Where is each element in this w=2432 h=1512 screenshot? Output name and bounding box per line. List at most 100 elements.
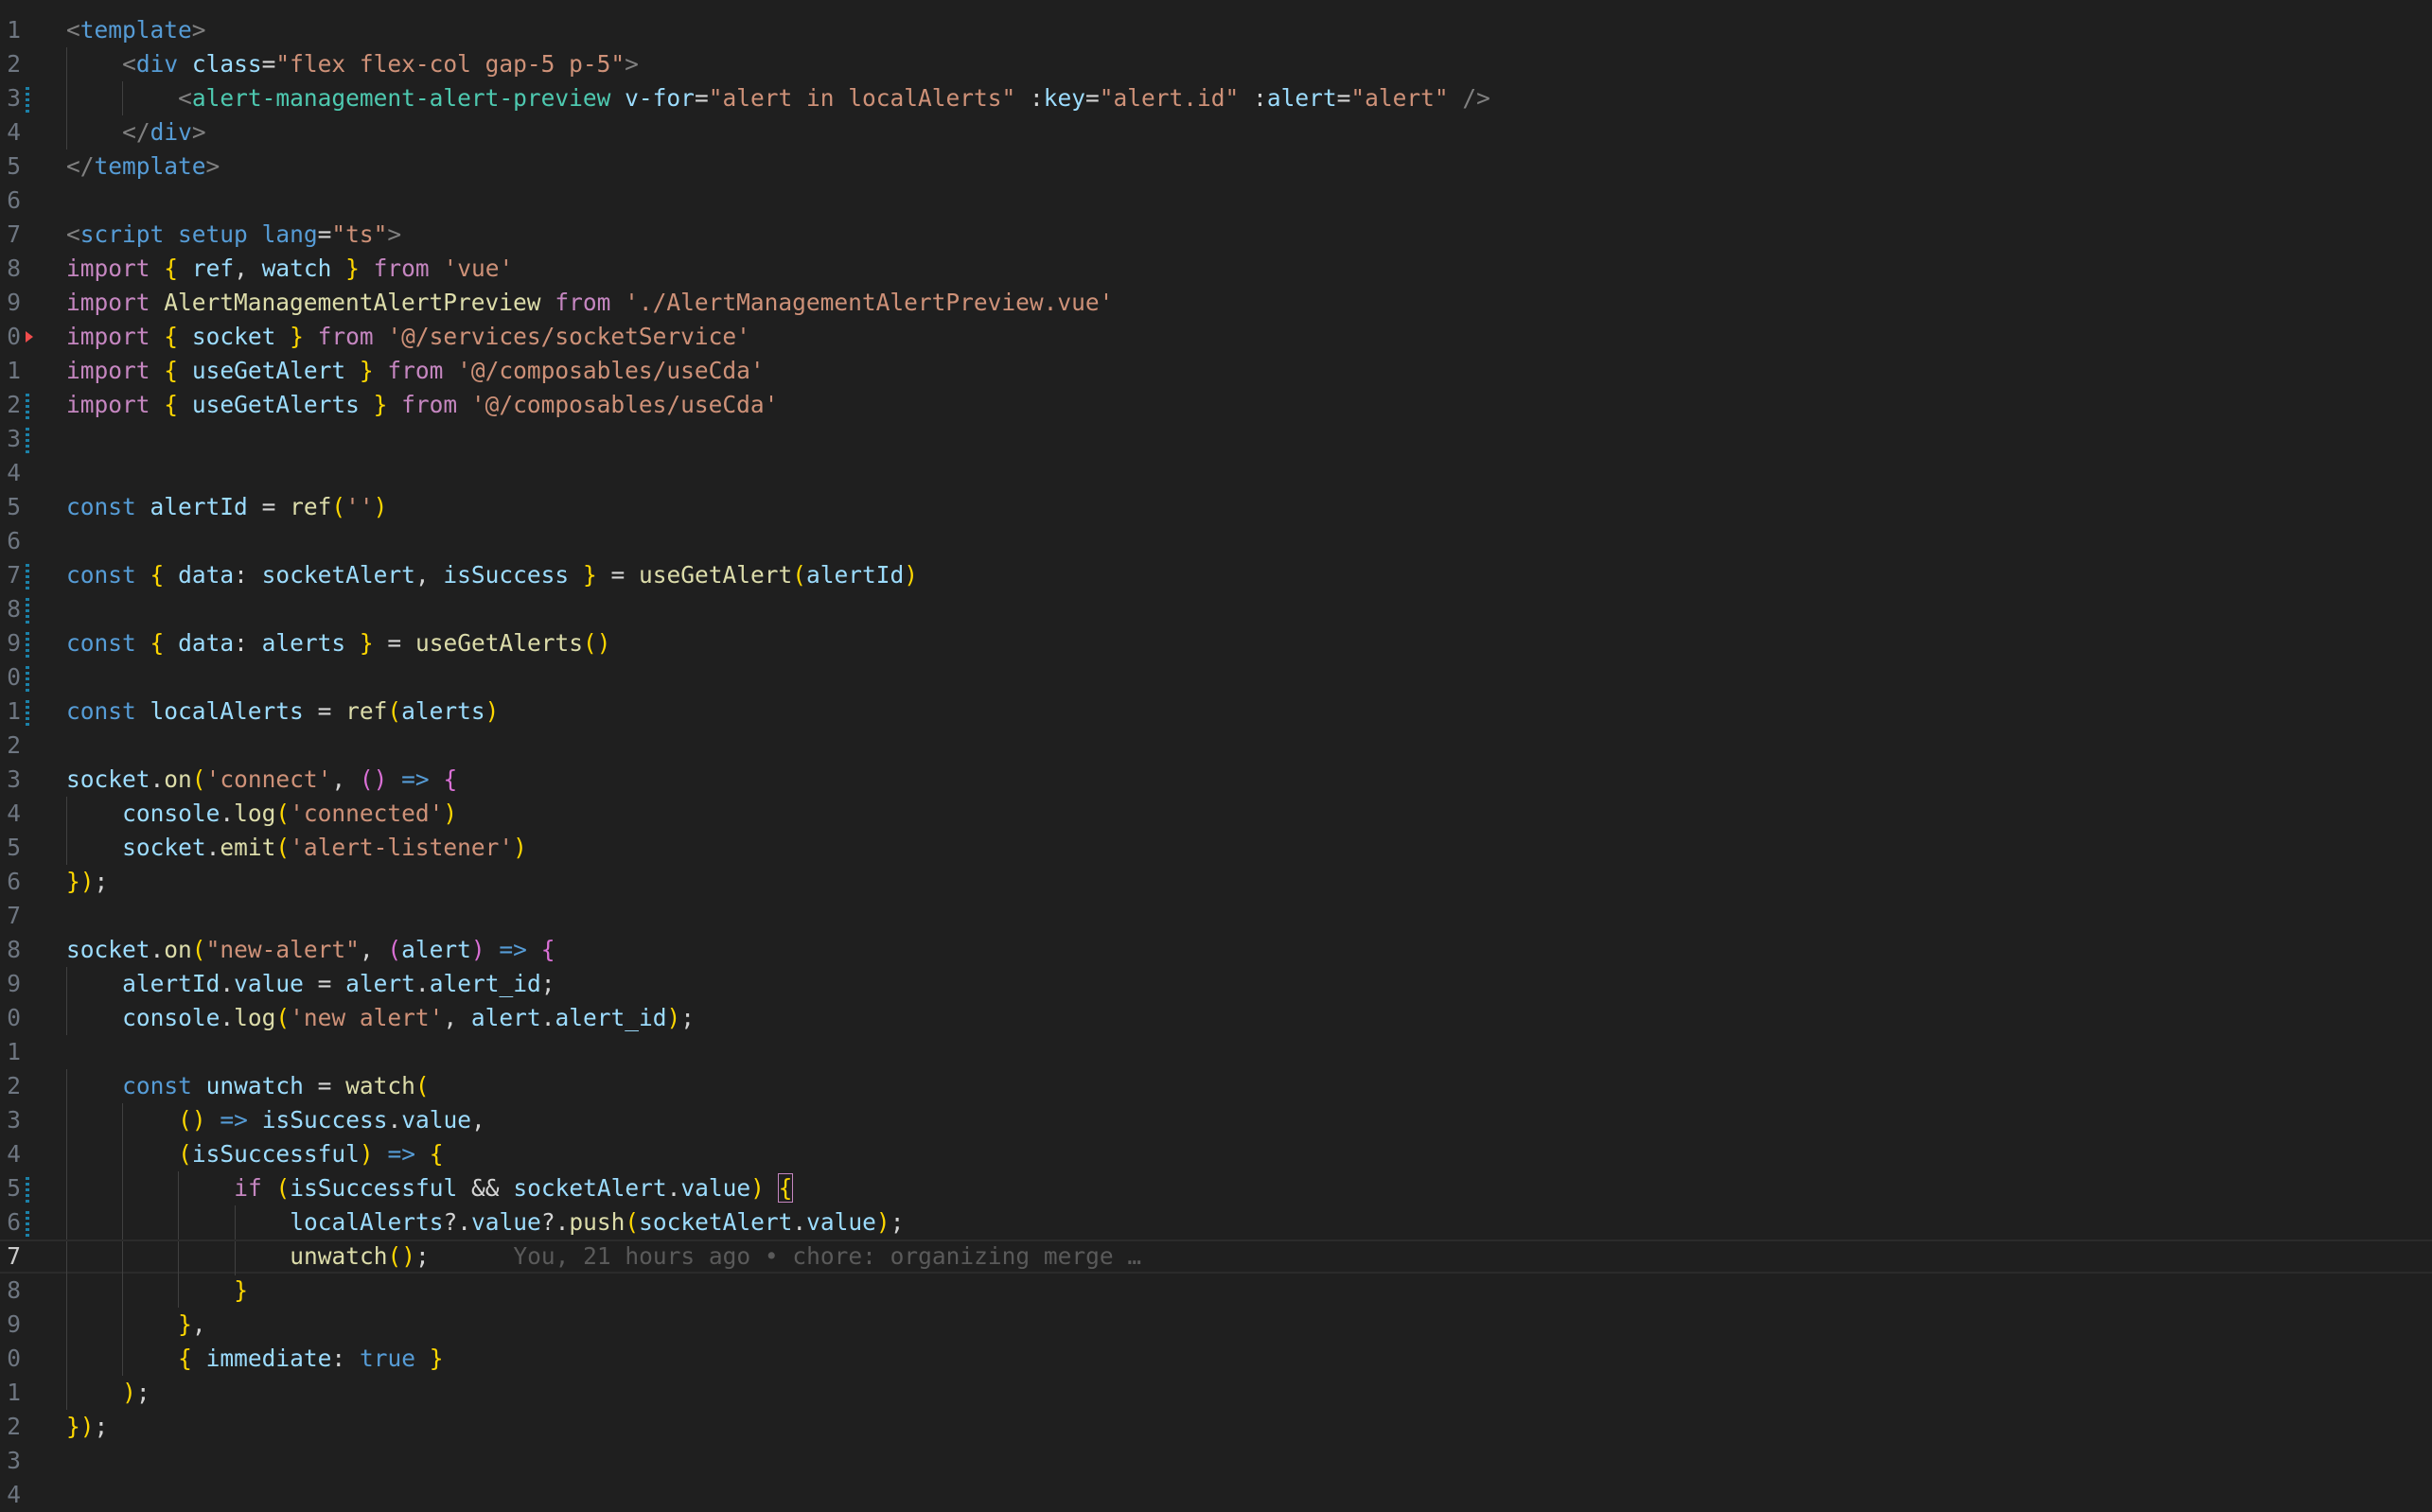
- code-line[interactable]: 6: [0, 524, 2432, 558]
- git-modified-indicator[interactable]: [26, 1174, 29, 1203]
- code-text: const unwatch = watch(: [122, 1072, 430, 1099]
- code-line[interactable]: 8 }: [0, 1274, 2432, 1308]
- line-number: 9: [7, 289, 21, 316]
- code-line[interactable]: 5 socket.emit('alert-listener'): [0, 831, 2432, 865]
- code-text: );: [122, 1379, 150, 1406]
- line-number: 1: [7, 1379, 21, 1406]
- git-modified-indicator[interactable]: [26, 425, 29, 453]
- code-line[interactable]: 5 const alertId = ref(''): [0, 490, 2432, 524]
- code-text: console.log('connected'): [122, 800, 458, 827]
- line-number: 7: [7, 1242, 21, 1270]
- line-number: 8: [7, 255, 21, 282]
- code-line[interactable]: 8 import { ref, watch } from 'vue': [0, 252, 2432, 286]
- code-line[interactable]: 3 () => isSuccess.value,: [0, 1103, 2432, 1137]
- code-line[interactable]: 9 },: [0, 1308, 2432, 1342]
- line-number: 3: [7, 765, 21, 793]
- code-line[interactable]: 3: [0, 1444, 2432, 1478]
- code-line[interactable]: 4 (isSuccessful) => {: [0, 1137, 2432, 1171]
- code-text: console.log('new alert', alert.alert_id)…: [122, 1004, 695, 1031]
- code-line[interactable]: 3 socket.on('connect', () => {: [0, 763, 2432, 797]
- code-line[interactable]: 2 import { useGetAlerts } from '@/composa…: [0, 388, 2432, 422]
- code-line[interactable]: 7: [0, 899, 2432, 933]
- code-line[interactable]: 0: [0, 660, 2432, 694]
- code-line[interactable]: 0 { immediate: true }: [0, 1342, 2432, 1376]
- code-text: },: [178, 1310, 206, 1338]
- line-number: 8: [7, 936, 21, 963]
- git-modified-indicator[interactable]: [26, 84, 29, 113]
- git-blame-annotation: You, 21 hours ago • chore: organizing me…: [429, 1242, 1142, 1270]
- code-line[interactable]: 1 import { useGetAlert } from '@/composab…: [0, 354, 2432, 388]
- git-modified-indicator[interactable]: [26, 561, 29, 589]
- code-text: if (isSuccessful && socketAlert.value) {: [234, 1173, 794, 1203]
- code-line[interactable]: 5 if (isSuccessful && socketAlert.value)…: [0, 1171, 2432, 1205]
- line-number: 7: [7, 220, 21, 248]
- code-line[interactable]: 1: [0, 1035, 2432, 1069]
- git-deleted-indicator[interactable]: [26, 331, 33, 343]
- code-text: localAlerts?.value?.push(socketAlert.val…: [290, 1208, 905, 1236]
- line-number: 7: [7, 561, 21, 589]
- code-text: <script setup lang="ts">: [66, 220, 402, 248]
- code-line[interactable]: 1 );: [0, 1376, 2432, 1410]
- git-modified-indicator[interactable]: [26, 629, 29, 658]
- code-line[interactable]: 2});: [0, 1410, 2432, 1444]
- code-line[interactable]: 1 const localAlerts = ref(alerts): [0, 694, 2432, 729]
- git-modified-indicator[interactable]: [26, 391, 29, 419]
- line-number: 3: [7, 425, 21, 452]
- git-modified-indicator[interactable]: [26, 663, 29, 692]
- code-line[interactable]: 2 <div class="flex flex-col gap-5 p-5">: [0, 47, 2432, 81]
- code-line[interactable]: 2 const unwatch = watch(: [0, 1069, 2432, 1103]
- code-line[interactable]: 9 alertId.value = alert.alert_id;: [0, 967, 2432, 1001]
- line-number: 2: [7, 1072, 21, 1099]
- code-line[interactable]: 4 console.log('connected'): [0, 797, 2432, 831]
- line-number: 4: [7, 800, 21, 827]
- line-number: 1: [7, 357, 21, 384]
- code-text: const { data: alerts } = useGetAlerts(): [66, 629, 611, 657]
- code-line[interactable]: 6: [0, 184, 2432, 218]
- code-line[interactable]: 7 const { data: socketAlert, isSuccess } …: [0, 558, 2432, 592]
- code-text: unwatch(); You, 21 hours ago • chore: or…: [290, 1242, 1142, 1270]
- line-number: 4: [7, 1140, 21, 1168]
- code-text: () => isSuccess.value,: [178, 1106, 485, 1134]
- line-number: 3: [7, 1447, 21, 1474]
- code-line[interactable]: 8: [0, 592, 2432, 626]
- code-line[interactable]: 0 import { socket } from '@/services/sock…: [0, 320, 2432, 354]
- code-text: socket.on('connect', () => {: [66, 765, 458, 793]
- line-number: 0: [7, 1345, 21, 1372]
- code-line[interactable]: 7 <script setup lang="ts">: [0, 218, 2432, 252]
- code-line[interactable]: 0 console.log('new alert', alert.alert_i…: [0, 1001, 2432, 1035]
- git-modified-indicator[interactable]: [26, 1208, 29, 1237]
- code-editor[interactable]: 1 <template> 2 <div class="flex flex-col g…: [0, 0, 2432, 1508]
- code-line[interactable]: 3 <alert-management-alert-preview v-for=…: [0, 81, 2432, 115]
- line-number: 5: [7, 152, 21, 180]
- code-text: { immediate: true }: [178, 1345, 444, 1372]
- line-number: 6: [7, 1208, 21, 1236]
- line-number: 2: [7, 731, 21, 759]
- code-line[interactable]: 6});: [0, 865, 2432, 899]
- git-modified-indicator[interactable]: [26, 697, 29, 726]
- git-modified-indicator[interactable]: [26, 595, 29, 624]
- line-number: 9: [7, 970, 21, 997]
- code-line[interactable]: 9 const { data: alerts } = useGetAlerts(): [0, 626, 2432, 660]
- code-line[interactable]: 7 unwatch(); You, 21 hours ago • chore: …: [0, 1239, 2432, 1275]
- code-line[interactable]: 5 </template>: [0, 149, 2432, 184]
- code-line[interactable]: 8 socket.on("new-alert", (alert) => {: [0, 933, 2432, 967]
- code-line[interactable]: 2: [0, 729, 2432, 763]
- line-number: 8: [7, 1276, 21, 1304]
- code-line[interactable]: 1 <template>: [0, 13, 2432, 47]
- code-line[interactable]: 4: [0, 1478, 2432, 1512]
- code-line[interactable]: 4 </div>: [0, 115, 2432, 149]
- code-line[interactable]: 4: [0, 456, 2432, 490]
- code-line[interactable]: 9 import AlertManagementAlertPreview from…: [0, 286, 2432, 320]
- code-text: <div class="flex flex-col gap-5 p-5">: [122, 50, 639, 78]
- line-number: 4: [7, 459, 21, 486]
- line-number: 5: [7, 493, 21, 520]
- line-number: 6: [7, 527, 21, 554]
- code-text: import { ref, watch } from 'vue': [66, 255, 514, 282]
- code-text: (isSuccessful) => {: [178, 1140, 444, 1168]
- code-text: socket.on("new-alert", (alert) => {: [66, 936, 555, 963]
- line-number: 4: [7, 1481, 21, 1508]
- code-line[interactable]: 3: [0, 422, 2432, 456]
- code-line[interactable]: 6 localAlerts?.value?.push(socketAlert.v…: [0, 1205, 2432, 1239]
- code-text: });: [66, 868, 109, 895]
- line-number: 5: [7, 1174, 21, 1202]
